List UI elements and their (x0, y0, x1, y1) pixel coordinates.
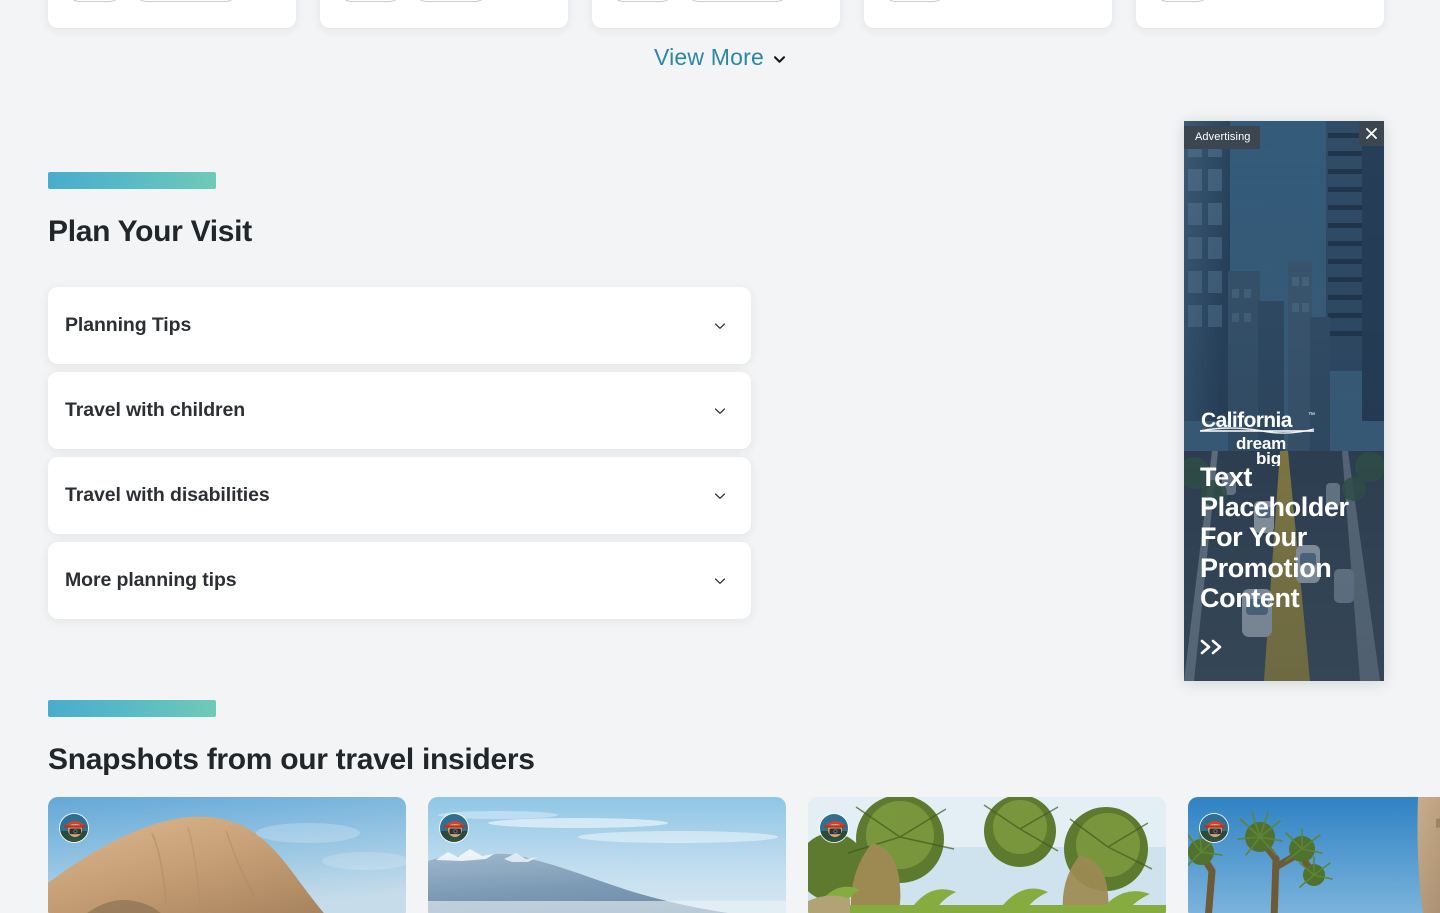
snapshots-section: Snapshots from our travel insiders (48, 700, 1440, 913)
planning-accordion: Planning Tips Travel with children Trave… (48, 287, 758, 619)
photographer-red-cap-avatar[interactable] (59, 813, 89, 843)
accordion-item-label: Travel with children (65, 399, 246, 421)
double-chevron-right-icon[interactable] (1199, 639, 1225, 655)
snapshot-card[interactable] (808, 797, 1166, 913)
page-root: Food NAtional Park Family For Kids Famil… (0, 0, 1440, 913)
snapshots-title: Snapshots from our travel insiders (48, 743, 535, 776)
tag-row: Family For Kids (338, 0, 550, 2)
accordion-item-travel-with-children[interactable]: Travel with children (48, 372, 751, 449)
poi-card-strip: Food NAtional Park Family For Kids Famil… (48, 0, 1440, 28)
snow-capped-mountain-photo (428, 797, 786, 913)
desert-rock-formation-photo (48, 797, 406, 913)
photographer-red-cap-avatar[interactable] (1199, 813, 1229, 843)
accordion-item-more-planning-tips[interactable]: More planning tips (48, 542, 751, 619)
advertising-panel[interactable]: Advertising California ™ dream big Text … (1184, 121, 1384, 681)
poi-tag[interactable]: Food (66, 0, 123, 2)
california-dream-big-logo: California ™ dream big (1200, 408, 1318, 466)
poi-tag[interactable]: Food (1154, 0, 1211, 2)
poi-card[interactable]: Food (1136, 0, 1384, 28)
view-more-label: View More (653, 44, 765, 70)
tag-row: Family (882, 0, 1094, 2)
chevron-down-icon[interactable] (713, 319, 727, 333)
poi-card[interactable]: Food NAtional Park (48, 0, 296, 28)
chevron-down-icon[interactable] (713, 404, 727, 418)
svg-text:™: ™ (1308, 412, 1315, 419)
page-title: Plan Your Visit (48, 215, 252, 248)
snapshot-card-row (48, 797, 1440, 913)
poi-card[interactable]: Family For Kids (320, 0, 568, 28)
snapshot-card[interactable] (1188, 797, 1440, 913)
photographer-red-cap-avatar[interactable] (439, 813, 469, 843)
ad-headline: Text Placeholder For Your Promotion Cont… (1200, 462, 1349, 613)
poi-tag[interactable]: National Park (685, 0, 790, 2)
snapshot-card[interactable] (48, 797, 406, 913)
advertising-label: Advertising (1184, 126, 1260, 149)
view-more-button[interactable]: View More (654, 44, 786, 71)
section-accent-bar (48, 172, 216, 189)
accordion-item-label: More planning tips (65, 569, 237, 591)
tag-row: Family National Park (610, 0, 822, 2)
poi-tag[interactable]: Family (610, 0, 676, 2)
photographer-red-cap-avatar[interactable] (819, 813, 849, 843)
accordion-item-planning-tips[interactable]: Planning Tips (48, 287, 751, 364)
poi-tag[interactable]: Family (338, 0, 404, 2)
chevron-down-icon[interactable] (713, 489, 727, 503)
poi-tag[interactable]: NAtional Park (132, 0, 239, 2)
joshua-trees-photo (1188, 797, 1440, 913)
chevron-down-icon (773, 53, 786, 66)
view-more-container: View More (0, 44, 1440, 71)
poi-tag[interactable]: Family (882, 0, 948, 2)
chevron-down-icon[interactable] (713, 574, 727, 588)
snapshot-card[interactable] (428, 797, 786, 913)
close-icon[interactable] (1359, 121, 1384, 146)
poi-card[interactable]: Family National Park (592, 0, 840, 28)
accordion-item-label: Planning Tips (65, 314, 192, 336)
accordion-item-travel-with-disabilities[interactable]: Travel with disabilities (48, 457, 751, 534)
fan-palm-oasis-photo (808, 797, 1166, 913)
poi-tag[interactable]: For Kids (413, 0, 489, 2)
accordion-item-label: Travel with disabilities (65, 484, 270, 506)
poi-card[interactable]: Family (864, 0, 1112, 28)
tag-row: Food NAtional Park (66, 0, 278, 2)
plan-your-visit-section: Plan Your Visit Planning Tips Travel wit… (48, 172, 758, 627)
section-accent-bar (48, 700, 216, 717)
tag-row: Food (1154, 0, 1366, 2)
